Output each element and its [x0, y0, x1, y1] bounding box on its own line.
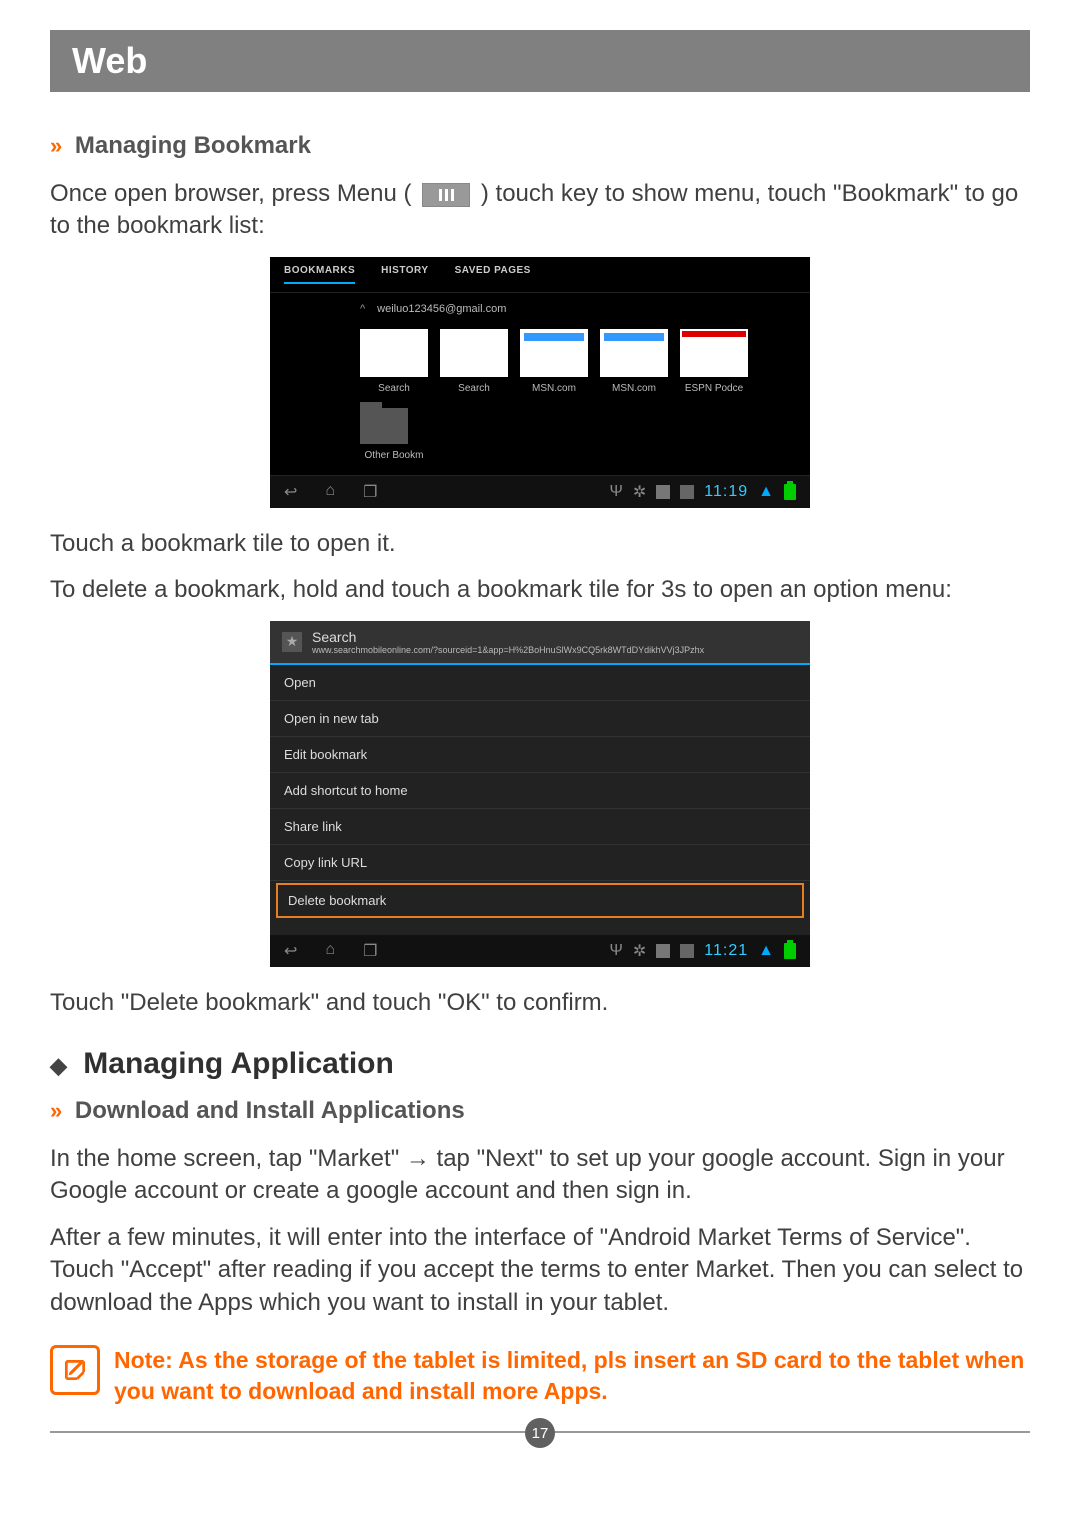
- home-icon[interactable]: ⌂: [325, 482, 335, 502]
- tab-bookmarks[interactable]: BOOKMARKS: [284, 265, 355, 284]
- menu-open[interactable]: Open: [270, 665, 810, 701]
- chevron-icon: »: [50, 1098, 62, 1123]
- diamond-icon: ◆: [50, 1053, 67, 1078]
- bookmark-tile[interactable]: ESPN Podce: [680, 329, 748, 394]
- back-icon[interactable]: ↩: [284, 482, 297, 502]
- bookmark-tile[interactable]: Search: [440, 329, 508, 394]
- android-navbar: ↩ ⌂ ❐ Ψ ✲ 11:19 ▲: [270, 475, 810, 508]
- usb-icon: Ψ: [610, 942, 623, 960]
- page-header: Web: [50, 30, 1030, 92]
- bookmark-tile-label: ESPN Podce: [680, 383, 748, 394]
- delete-bookmark-intro: To delete a bookmark, hold and touch a b…: [50, 574, 1030, 606]
- debug-icon: ✲: [633, 941, 646, 961]
- wifi-icon: ▲: [758, 483, 774, 501]
- mail-icon: [680, 944, 694, 958]
- bookmark-tile-label: Search: [440, 383, 508, 394]
- section-managing-bookmark: » Managing Bookmark: [50, 132, 1030, 160]
- bookmark-tile[interactable]: MSN.com: [600, 329, 668, 394]
- context-title: Search: [312, 629, 704, 645]
- section-title: Managing Bookmark: [75, 132, 311, 159]
- menu-open-new-tab[interactable]: Open in new tab: [270, 701, 810, 737]
- menu-edit-bookmark[interactable]: Edit bookmark: [270, 737, 810, 773]
- menu-copy-url[interactable]: Copy link URL: [270, 845, 810, 881]
- subsection-download-install: » Download and Install Applications: [50, 1097, 1030, 1125]
- battery-icon: [784, 943, 796, 959]
- recent-icon[interactable]: ❐: [363, 482, 377, 502]
- page-number: 17: [525, 1418, 555, 1448]
- bookmarks-screenshot: BOOKMARKS HISTORY SAVED PAGES weiluo1234…: [270, 257, 810, 508]
- bookmark-tile-label: MSN.com: [600, 383, 668, 394]
- bookmark-intro: Once open browser, press Menu ( ) touch …: [50, 178, 1030, 243]
- back-icon[interactable]: ↩: [284, 941, 297, 961]
- recent-icon[interactable]: ❐: [363, 941, 377, 961]
- menu-delete-bookmark[interactable]: Delete bookmark: [276, 883, 804, 918]
- bookmark-tile[interactable]: Search: [360, 329, 428, 394]
- open-bookmark-text: Touch a bookmark tile to open it.: [50, 528, 1030, 560]
- context-url: www.searchmobileonline.com/?sourceid=1&a…: [312, 645, 704, 655]
- bookmark-folder[interactable]: Other Bookm: [360, 402, 428, 461]
- bookmark-tile-label: Search: [360, 383, 428, 394]
- clock: 11:19: [704, 483, 748, 501]
- folder-label: Other Bookm: [360, 450, 428, 461]
- section-managing-application: ◆ Managing Application: [50, 1047, 1030, 1081]
- bookmark-tile[interactable]: MSN.com: [520, 329, 588, 394]
- menu-add-shortcut[interactable]: Add shortcut to home: [270, 773, 810, 809]
- market-terms-text: After a few minutes, it will enter into …: [50, 1222, 1030, 1319]
- delete-confirm-text: Touch "Delete bookmark" and touch "OK" t…: [50, 987, 1030, 1019]
- market-setup-text: In the home screen, tap "Market" → tap "…: [50, 1143, 1030, 1208]
- debug-icon: ✲: [633, 482, 646, 502]
- tray-icon: [656, 485, 670, 499]
- account-label[interactable]: weiluo123456@gmail.com: [270, 293, 810, 321]
- usb-icon: Ψ: [610, 483, 623, 501]
- battery-icon: [784, 484, 796, 500]
- tray-icon: [656, 944, 670, 958]
- menu-share-link[interactable]: Share link: [270, 809, 810, 845]
- mail-icon: [680, 485, 694, 499]
- note-block: Note: As the storage of the tablet is li…: [50, 1345, 1030, 1407]
- context-menu-screenshot: ★ Search www.searchmobileonline.com/?sou…: [270, 621, 810, 967]
- note-icon: [50, 1345, 100, 1395]
- bookmark-tile-label: MSN.com: [520, 383, 588, 394]
- globe-icon: ★: [282, 632, 302, 652]
- tab-history[interactable]: HISTORY: [381, 265, 428, 284]
- clock: 11:21: [704, 942, 748, 960]
- wifi-icon: ▲: [758, 942, 774, 960]
- android-navbar: ↩ ⌂ ❐ Ψ ✲ 11:21 ▲: [270, 934, 810, 967]
- subsection-title: Download and Install Applications: [75, 1097, 465, 1124]
- section2-title: Managing Application: [83, 1047, 394, 1080]
- home-icon[interactable]: ⌂: [325, 941, 335, 961]
- menu-key-icon: [422, 183, 470, 207]
- tab-saved-pages[interactable]: SAVED PAGES: [455, 265, 531, 284]
- chevron-icon: »: [50, 133, 62, 158]
- context-header: ★ Search www.searchmobileonline.com/?sou…: [270, 621, 810, 665]
- bookmark-tabs: BOOKMARKS HISTORY SAVED PAGES: [270, 257, 810, 293]
- note-text: Note: As the storage of the tablet is li…: [114, 1345, 1030, 1407]
